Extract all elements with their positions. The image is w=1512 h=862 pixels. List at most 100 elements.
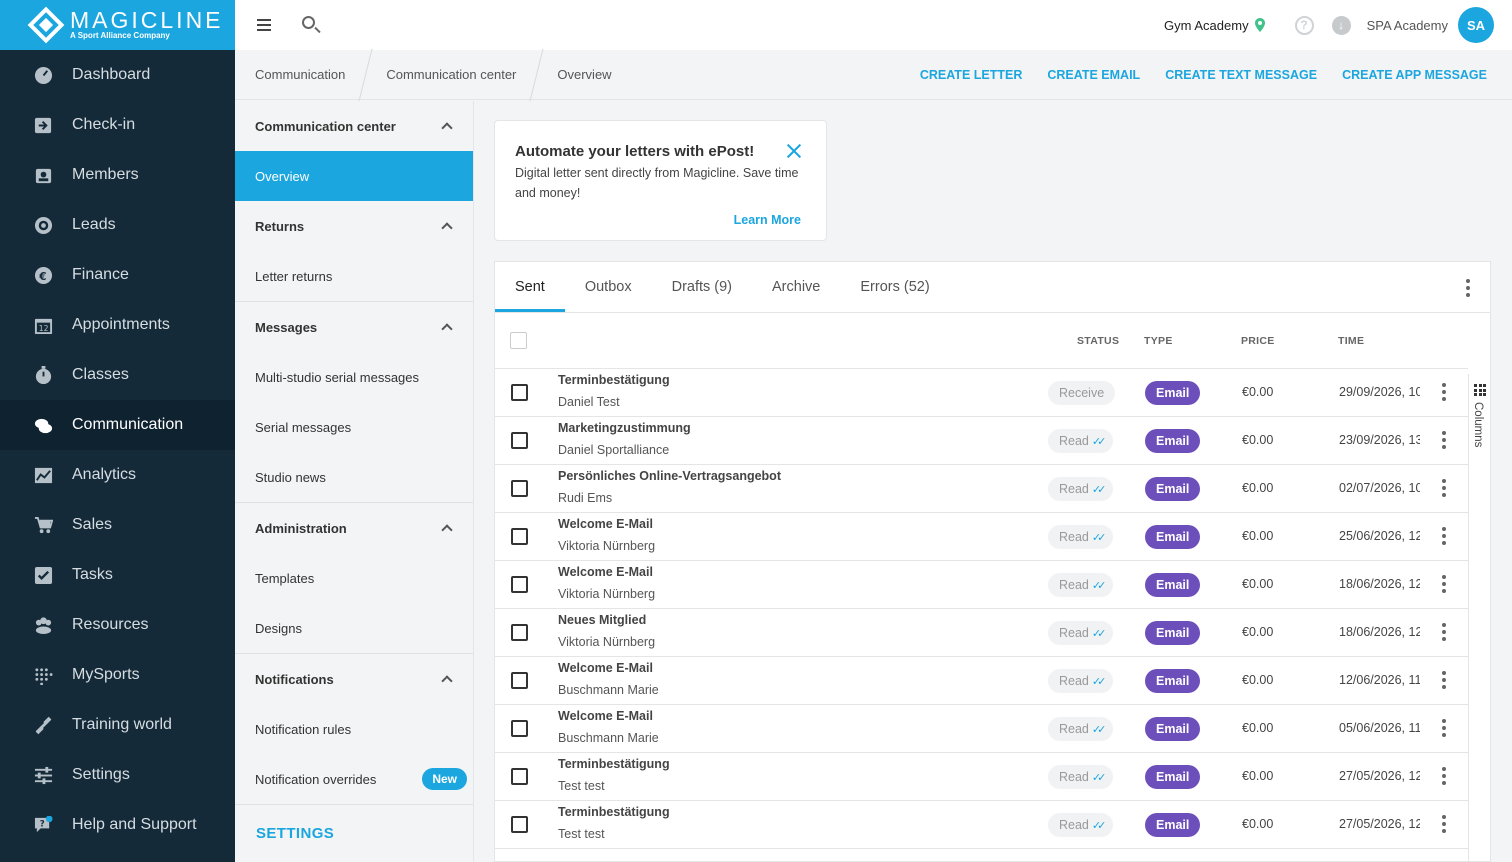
table-row[interactable]: Terminbestätigung Test test Read ✓✓ Email €0.… (495, 753, 1468, 801)
row-more-icon[interactable] (1442, 623, 1446, 641)
select-all-checkbox[interactable] (510, 332, 527, 349)
submenu-item-multi-studio-serial-messages[interactable]: Multi-studio serial messages (235, 352, 473, 402)
row-more-icon[interactable] (1442, 815, 1446, 833)
row-checkbox[interactable] (511, 384, 528, 401)
settings-link[interactable]: SETTINGS (235, 805, 473, 862)
tab-sent[interactable]: Sent (495, 262, 565, 312)
submenu-item-designs[interactable]: Designs (235, 603, 473, 653)
menu-toggle-icon[interactable] (257, 19, 271, 31)
sidebar-item-finance[interactable]: € Finance (0, 250, 235, 300)
location-pin-icon (1254, 18, 1265, 32)
sidebar-item-dashboard[interactable]: Dashboard (0, 50, 235, 100)
submenu-item-templates[interactable]: Templates (235, 553, 473, 603)
row-checkbox[interactable] (511, 624, 528, 641)
row-checkbox[interactable] (511, 720, 528, 737)
row-more-icon[interactable] (1442, 527, 1446, 545)
sidebar-item-mysports[interactable]: MySports (0, 650, 235, 700)
sidebar-item-members[interactable]: Members (0, 150, 235, 200)
sidebar-item-settings[interactable]: Settings (0, 750, 235, 800)
create-app-message-button[interactable]: CREATE APP MESSAGE (1342, 68, 1487, 82)
studio-selector[interactable]: Gym Academy (1164, 18, 1249, 33)
table-row[interactable]: Marketingzustimmung Daniel Sportalliance R… (495, 417, 1468, 465)
row-more-icon[interactable] (1442, 575, 1446, 593)
double-check-icon: ✓✓ (1091, 435, 1107, 448)
svg-text:?: ? (40, 819, 45, 829)
tab-errors[interactable]: Errors (52) (840, 262, 949, 312)
close-icon[interactable] (786, 143, 802, 159)
submenu-item-studio-news[interactable]: Studio news (235, 452, 473, 502)
columns-panel-toggle[interactable]: Columns (1468, 374, 1490, 861)
sidebar-item-check-in[interactable]: Check-in (0, 100, 235, 150)
cart-icon (34, 516, 53, 535)
section-returns[interactable]: Returns (235, 201, 473, 251)
column-header-time[interactable]: TIME (1338, 335, 1364, 347)
row-more-icon[interactable] (1442, 431, 1446, 449)
classes-icon (34, 365, 53, 385)
column-header-type[interactable]: TYPE (1144, 335, 1173, 347)
analytics-icon (34, 466, 53, 485)
table-row[interactable]: Welcome E-Mail Viktoria Nürnberg Read ✓✓ Ema… (495, 513, 1468, 561)
table-row[interactable]: Terminbestätigung Daniel Test Receive Email… (495, 369, 1468, 417)
breadcrumb-communication-center[interactable]: Communication center (366, 50, 536, 100)
row-more-icon[interactable] (1442, 767, 1446, 785)
tab-outbox[interactable]: Outbox (565, 262, 652, 312)
table-row[interactable]: Terminbestätigung Test test Read ✓✓ Email €0.… (495, 801, 1468, 849)
row-checkbox[interactable] (511, 480, 528, 497)
row-checkbox[interactable] (511, 432, 528, 449)
create-text-message-button[interactable]: CREATE TEXT MESSAGE (1165, 68, 1317, 82)
row-checkbox[interactable] (511, 768, 528, 785)
chevron-up-icon (441, 524, 453, 536)
tabs-more-icon[interactable] (1466, 279, 1470, 297)
account-name[interactable]: SPA Academy (1367, 18, 1448, 33)
avatar[interactable]: SA (1458, 7, 1494, 43)
row-checkbox[interactable] (511, 816, 528, 833)
sidebar-item-leads[interactable]: Leads (0, 200, 235, 250)
table-row[interactable]: Welcome E-Mail Viktoria Nürnberg Read ✓✓ Ema… (495, 561, 1468, 609)
chevron-up-icon (441, 323, 453, 335)
column-header-status[interactable]: STATUS (1077, 335, 1119, 347)
table-row[interactable]: Persönliches Online-Vertragsangebot Rudi … (495, 465, 1468, 513)
create-letter-button[interactable]: CREATE LETTER (920, 68, 1023, 82)
submenu-item-serial-messages[interactable]: Serial messages (235, 402, 473, 452)
submenu-item-notification-rules[interactable]: Notification rules (235, 704, 473, 754)
create-email-button[interactable]: CREATE EMAIL (1047, 68, 1140, 82)
section-messages[interactable]: Messages (235, 302, 473, 352)
tab-archive[interactable]: Archive (752, 262, 840, 312)
breadcrumb-communication[interactable]: Communication (235, 50, 365, 100)
help-icon[interactable]: ? (1294, 15, 1314, 35)
sidebar-item-resources[interactable]: Resources (0, 600, 235, 650)
sidebar-item-label: Appointments (72, 316, 170, 333)
sidebar-item-help-and-support[interactable]: ? Help and Support (0, 800, 235, 850)
submenu-item-letter-returns[interactable]: Letter returns (235, 251, 473, 301)
brand-logo[interactable]: MAGICLINE A Sport Alliance Company (0, 0, 235, 50)
row-checkbox[interactable] (511, 576, 528, 593)
table-row[interactable]: Welcome E-Mail Buschmann Marie Read ✓✓ Email… (495, 705, 1468, 753)
section-administration[interactable]: Administration (235, 503, 473, 553)
tab-drafts[interactable]: Drafts (9) (652, 262, 752, 312)
row-more-icon[interactable] (1442, 671, 1446, 689)
row-checkbox[interactable] (511, 672, 528, 689)
table-row[interactable]: Welcome E-Mail Buschmann Marie Read ✓✓ Email… (495, 657, 1468, 705)
download-icon[interactable]: ↓ (1331, 15, 1351, 35)
row-checkbox[interactable] (511, 528, 528, 545)
sidebar-item-analytics[interactable]: Analytics (0, 450, 235, 500)
sidebar-item-appointments[interactable]: 12 Appointments (0, 300, 235, 350)
sidebar-item-classes[interactable]: Classes (0, 350, 235, 400)
recipient-name: Buschmann Marie (558, 731, 659, 745)
table-row[interactable]: Neues Mitglied Viktoria Nürnberg Read ✓✓ Ema… (495, 609, 1468, 657)
sidebar-item-training-world[interactable]: Training world (0, 700, 235, 750)
section-communication-center[interactable]: Communication center (235, 101, 473, 151)
section-notifications[interactable]: Notifications (235, 654, 473, 704)
submenu-item-overview[interactable]: Overview (235, 151, 473, 201)
row-more-icon[interactable] (1442, 719, 1446, 737)
sidebar-item-sales[interactable]: Sales (0, 500, 235, 550)
sidebar-item-tasks[interactable]: Tasks (0, 550, 235, 600)
row-more-icon[interactable] (1442, 383, 1446, 401)
column-header-price[interactable]: PRICE (1241, 335, 1275, 347)
status-badge: Read ✓✓ (1048, 765, 1114, 789)
row-more-icon[interactable] (1442, 479, 1446, 497)
submenu-item-notification-overrides[interactable]: Notification overrides New (235, 754, 473, 804)
search-icon[interactable] (301, 15, 321, 35)
learn-more-link[interactable]: Learn More (734, 213, 801, 227)
sidebar-item-communication[interactable]: Communication (0, 400, 235, 450)
